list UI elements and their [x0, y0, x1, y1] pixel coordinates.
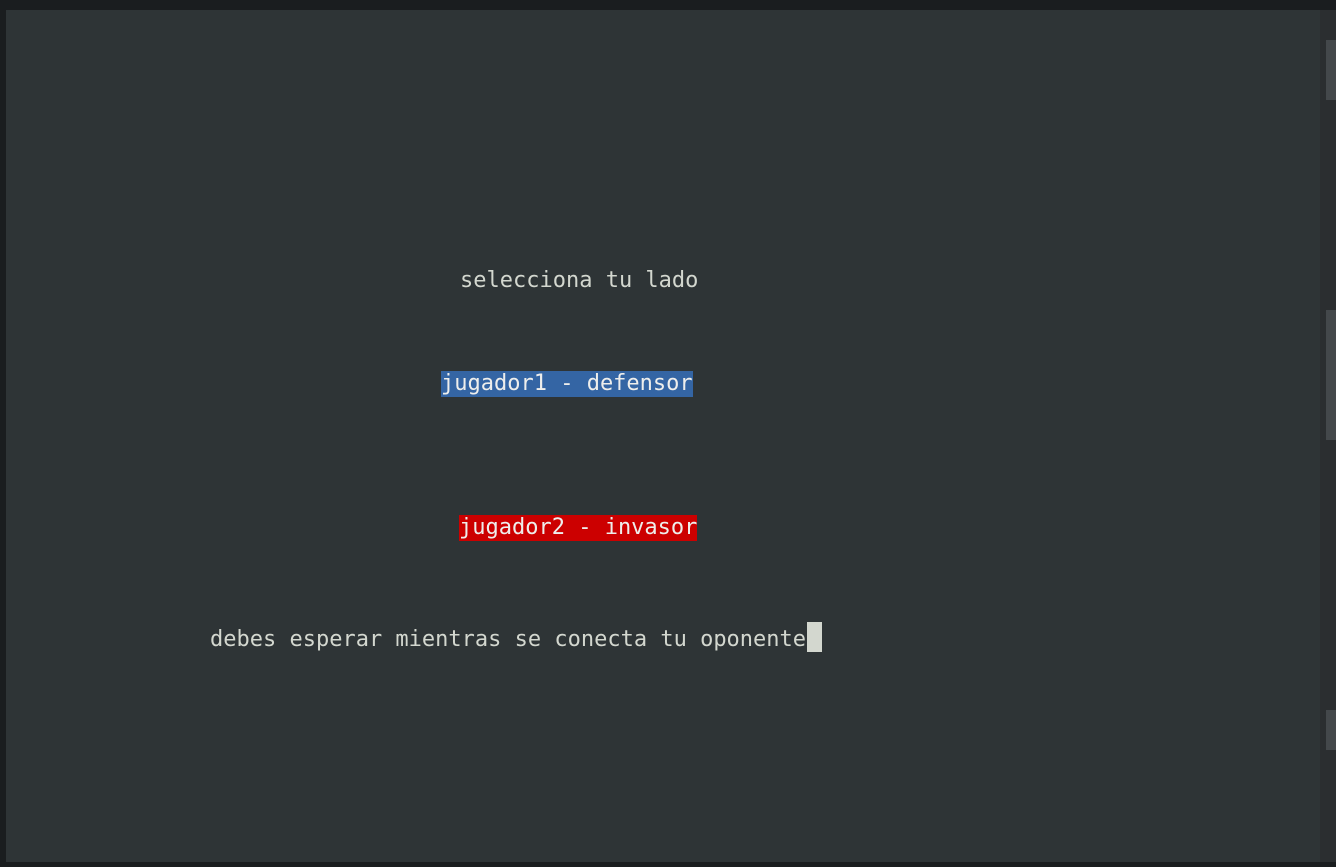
option-invader[interactable]: jugador2 - invasor — [459, 515, 698, 541]
waiting-message-line: debes esperar mientras se conecta tu opo… — [210, 622, 823, 653]
edge-mark — [1326, 710, 1336, 750]
side-selection-title: selecciona tu lado — [460, 268, 699, 293]
terminal-window[interactable]: selecciona tu lado jugador1 - defensor j… — [6, 10, 1320, 862]
waiting-message: debes esperar mientras se conecta tu opo… — [210, 627, 807, 652]
edge-mark — [1326, 40, 1336, 100]
text-cursor — [807, 622, 823, 652]
option-defender[interactable]: jugador1 - defensor — [441, 371, 693, 397]
edge-mark — [1326, 310, 1336, 440]
adjacent-window-edge — [1320, 10, 1336, 862]
